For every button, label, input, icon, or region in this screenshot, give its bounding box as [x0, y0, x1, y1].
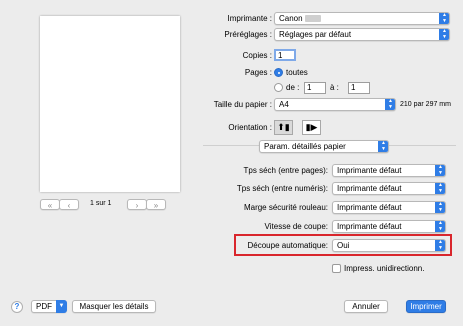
setting-label-roll-margin: Marge sécurité rouleau: — [243, 203, 328, 212]
orientation-label: Orientation : — [228, 123, 272, 132]
presets-value: Réglages par défaut — [279, 30, 352, 39]
last-page-button[interactable]: » — [146, 199, 166, 210]
setting-popup-auto-cut[interactable]: Oui ▲ ▼ — [332, 239, 446, 252]
print-button[interactable]: Imprimer — [406, 300, 446, 313]
popup-arrows-icon: ▲ ▼ — [439, 13, 449, 24]
popup-arrows-icon: ▲ ▼ — [435, 183, 445, 194]
section-popup[interactable]: Param. détaillés papier ▲ ▼ — [259, 140, 389, 153]
setting-value: Imprimante défaut — [337, 166, 402, 175]
landscape-orientation-button[interactable]: ▮▶ — [302, 120, 321, 135]
paper-size-label: Taille du papier : — [213, 100, 272, 109]
landscape-icon: ▮▶ — [305, 122, 318, 132]
cancel-button[interactable]: Annuler — [344, 300, 388, 313]
unidirectional-checkbox[interactable] — [332, 264, 341, 273]
pages-from-label: de : — [286, 83, 300, 92]
setting-value: Imprimante défaut — [337, 222, 402, 231]
copies-label: Copies : — [242, 51, 272, 60]
previous-page-button[interactable]: ‹ — [59, 199, 79, 210]
pdf-label: PDF — [36, 302, 52, 311]
pages-range-radio[interactable] — [274, 83, 283, 92]
setting-value: Imprimante défaut — [337, 184, 402, 193]
setting-popup-dry-time-pages[interactable]: Imprimante défaut ▲ ▼ — [332, 164, 446, 177]
print-preview-page — [40, 16, 180, 192]
help-icon: ? — [14, 302, 20, 311]
setting-label-dry-time-pages: Tps séch (entre pages): — [243, 166, 328, 175]
section-value: Param. détaillés papier — [264, 142, 346, 151]
setting-label-cut-speed: Vitesse de coupe: — [264, 222, 328, 231]
setting-popup-dry-time-scans[interactable]: Imprimante défaut ▲ ▼ — [332, 182, 446, 195]
setting-label-auto-cut: Découpe automatique: — [247, 241, 329, 250]
presets-label: Préréglages : — [224, 30, 272, 39]
hide-details-button[interactable]: Masquer les détails — [72, 300, 156, 313]
paper-size-value: A4 — [279, 100, 289, 109]
portrait-icon: ⬆▮ — [277, 122, 290, 132]
presets-popup[interactable]: Réglages par défaut ▲ ▼ — [274, 28, 450, 41]
pages-from-input[interactable]: 1 — [304, 82, 326, 94]
popup-arrows-icon: ▲ ▼ — [435, 165, 445, 176]
unidirectional-label: Impress. unidirectionn. — [344, 264, 425, 273]
popup-arrows-icon: ▲ ▼ — [385, 99, 395, 110]
pages-to-input[interactable]: 1 — [348, 82, 370, 94]
first-page-button[interactable]: « — [40, 199, 60, 210]
setting-value: Oui — [337, 241, 350, 250]
pdf-menu-button[interactable]: PDF ▼ — [31, 300, 67, 313]
setting-popup-cut-speed[interactable]: Imprimante défaut ▲ ▼ — [332, 220, 446, 233]
printer-value: Canon — [279, 14, 303, 23]
page-indicator: 1 sur 1 — [90, 200, 112, 207]
portrait-orientation-button[interactable]: ⬆▮ — [274, 120, 293, 135]
pages-label: Pages : — [244, 68, 272, 77]
paper-size-popup[interactable]: A4 ▲ ▼ — [274, 98, 396, 111]
pages-all-radio[interactable] — [274, 68, 283, 77]
setting-label-dry-time-scans: Tps séch (entre numéris): — [236, 184, 328, 193]
pages-to-label: à : — [330, 83, 339, 92]
popup-arrows-icon: ▲ ▼ — [435, 240, 445, 251]
redacted-printer-name — [304, 15, 321, 23]
popup-arrows-icon: ▲ ▼ — [435, 202, 445, 213]
copies-input[interactable]: 1 — [274, 49, 296, 61]
help-button[interactable]: ? — [11, 301, 23, 313]
pages-all-label: toutes — [286, 68, 308, 77]
popup-arrows-icon: ▲ ▼ — [439, 29, 449, 40]
preview-nav: « ‹ 1 sur 1 › » — [40, 199, 180, 211]
setting-popup-roll-margin[interactable]: Imprimante défaut ▲ ▼ — [332, 201, 446, 214]
setting-value: Imprimante défaut — [337, 203, 402, 212]
pdf-chevron-down-icon: ▼ — [56, 300, 67, 313]
printer-popup[interactable]: Canon ▲ ▼ — [274, 12, 450, 25]
printer-label: Imprimante : — [227, 14, 272, 23]
popup-arrows-icon: ▲ ▼ — [378, 141, 388, 152]
next-page-button[interactable]: › — [127, 199, 147, 210]
paper-dimensions: 210 par 297 mm — [400, 101, 451, 108]
popup-arrows-icon: ▲ ▼ — [435, 221, 445, 232]
